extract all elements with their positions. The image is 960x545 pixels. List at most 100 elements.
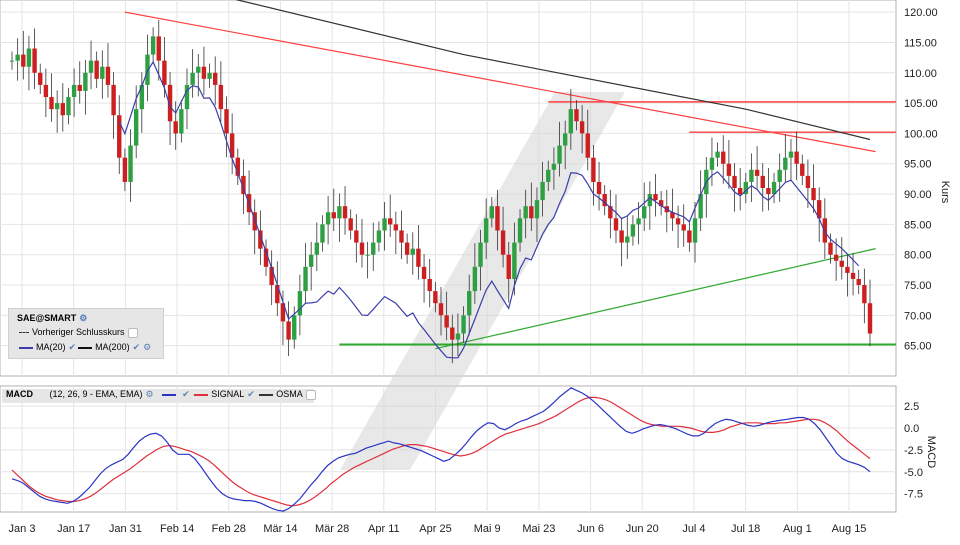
candle-body xyxy=(308,254,314,267)
price-legend: SAE@SMART ⚙ Vorheriger Schlusskurs MA(20)… xyxy=(8,308,164,359)
legend-ma200: MA(200) xyxy=(95,342,130,352)
candle-body xyxy=(867,303,873,334)
candle-body xyxy=(534,200,540,219)
candle-body xyxy=(749,169,754,182)
chart-svg: 120.00 115.00 110.00 105.00 100.00 95.00 90.00… xyxy=(0,0,951,535)
candle-body xyxy=(359,242,365,255)
candle-body xyxy=(585,133,590,158)
dashed-line-icon xyxy=(19,332,29,334)
candle-body xyxy=(382,218,387,231)
candle-body xyxy=(416,248,421,267)
candle-body xyxy=(760,175,765,188)
candle-body xyxy=(150,36,156,55)
x-tick-label: Feb 28 xyxy=(212,523,246,535)
signal-line-icon xyxy=(194,393,209,396)
candle-body xyxy=(467,291,472,316)
candle-body xyxy=(675,218,681,225)
macd-settings-icon[interactable]: ⚙ xyxy=(146,389,154,399)
candle-body xyxy=(546,169,551,182)
candle-body xyxy=(822,218,828,243)
candle-body xyxy=(190,72,195,85)
candle-body xyxy=(133,109,139,146)
candle-body xyxy=(489,206,495,219)
x-tick-label: Jul 4 xyxy=(682,523,705,535)
osma-line-icon xyxy=(259,393,274,396)
candle-body xyxy=(207,72,212,79)
candle-body xyxy=(596,181,602,195)
ma20-check-icon[interactable]: ✔ xyxy=(69,342,77,352)
candle-body xyxy=(156,36,161,61)
candle-body xyxy=(845,266,850,273)
macd-signal-label: SIGNAL xyxy=(211,389,245,399)
legend-symbol-row: SAE@SMART ⚙ xyxy=(17,313,87,324)
candle-body xyxy=(433,291,438,304)
candle-body xyxy=(303,266,308,292)
candle-body xyxy=(562,133,568,146)
candle-body xyxy=(83,72,88,91)
macd-tick-label: 2.5 xyxy=(904,401,919,413)
candle-body xyxy=(32,48,37,73)
candle-body xyxy=(179,109,184,134)
candle-body xyxy=(410,248,415,255)
candle-body xyxy=(201,66,207,79)
candle-body xyxy=(105,66,111,85)
candle-body xyxy=(500,230,506,255)
ma200-check-icon[interactable]: ✔ xyxy=(133,342,141,352)
checkbox-icon[interactable] xyxy=(127,327,138,338)
candle-body xyxy=(828,242,833,255)
settings-icon[interactable]: ⚙ xyxy=(79,313,87,323)
price-tick-label: 100.00 xyxy=(904,128,938,140)
candle-body xyxy=(726,163,732,176)
x-tick-label: Jun 6 xyxy=(577,523,604,535)
candle-body xyxy=(387,218,393,225)
macd-params: (12, 26, 9 - EMA, EMA) xyxy=(49,389,143,399)
osma-checkbox-icon[interactable] xyxy=(305,389,316,400)
candle-body xyxy=(850,272,856,279)
x-tick-label: Apr 25 xyxy=(419,523,451,535)
candle-body xyxy=(331,212,336,219)
macd-panel xyxy=(0,385,897,513)
macd-tick-label: -5.0 xyxy=(904,467,923,479)
candle-body xyxy=(862,285,867,304)
candle-body xyxy=(43,84,49,98)
candle-body xyxy=(38,72,43,85)
candle-body xyxy=(427,278,432,292)
candle-body xyxy=(314,242,320,255)
candle-body xyxy=(455,333,461,340)
candle-body xyxy=(365,254,370,256)
candle-body xyxy=(337,206,342,219)
ma-settings-icon[interactable]: ⚙ xyxy=(143,342,151,352)
x-tick-label: Mai 23 xyxy=(522,523,555,535)
macd-check-icon[interactable]: ✔ xyxy=(182,389,190,399)
candle-body xyxy=(26,48,32,67)
candle-body xyxy=(162,60,167,85)
macd-line-icon xyxy=(162,393,177,396)
candle-body xyxy=(642,206,647,219)
candle-body xyxy=(128,145,133,182)
candle-body xyxy=(529,206,534,219)
macd-tick-label: -7.5 xyxy=(904,489,923,501)
candle-body xyxy=(393,224,399,231)
candle-body xyxy=(286,321,291,340)
candle-body xyxy=(404,242,410,255)
candle-body xyxy=(49,97,54,110)
candle-body xyxy=(800,163,805,176)
candle-body xyxy=(60,103,66,116)
candle-body xyxy=(783,157,788,170)
price-tick-label: 70.00 xyxy=(904,310,932,322)
candle-body xyxy=(833,254,839,261)
candle-body xyxy=(173,121,178,134)
candle-body xyxy=(506,254,511,279)
signal-check-icon[interactable]: ✔ xyxy=(247,389,255,399)
candle-body xyxy=(647,194,653,207)
candle-body xyxy=(88,60,94,73)
candle-body xyxy=(568,109,574,134)
x-tick-label: Mär 28 xyxy=(315,523,349,535)
candle-body xyxy=(766,188,771,195)
x-tick-label: Jun 20 xyxy=(626,523,659,535)
candle-body xyxy=(15,54,20,61)
x-tick-label: Aug 1 xyxy=(783,523,812,535)
candle-body xyxy=(788,151,794,158)
price-tick-label: 120.00 xyxy=(904,7,938,19)
candle-body xyxy=(77,84,82,91)
